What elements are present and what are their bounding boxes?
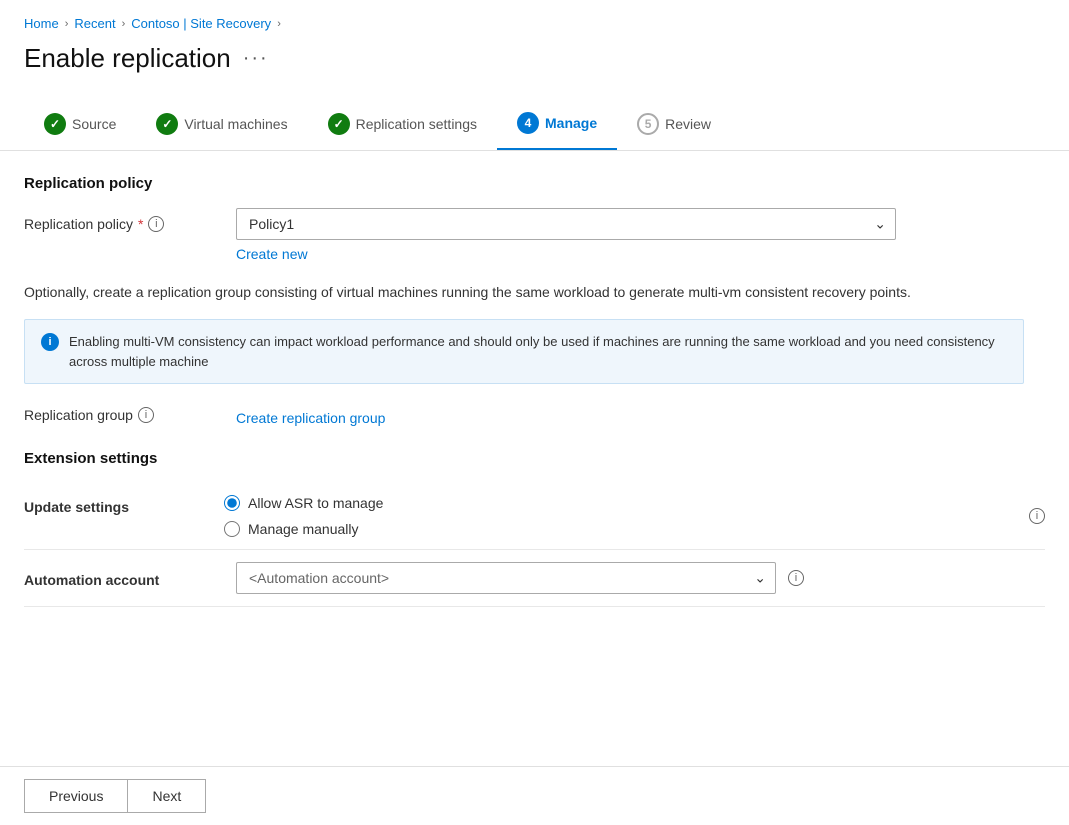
replication-group-info-icon[interactable]: i (138, 407, 154, 423)
automation-account-label: Automation account (24, 568, 224, 588)
step-source-label: Source (72, 116, 116, 132)
replication-policy-dropdown[interactable]: Policy1 Policy2 Policy3 (236, 208, 896, 240)
breadcrumb-sep-3: › (277, 18, 281, 30)
extension-settings-title: Extension settings (24, 450, 1045, 467)
next-button[interactable]: Next (127, 779, 206, 813)
step-replication-label: Replication settings (356, 116, 477, 132)
update-settings-label: Update settings (24, 495, 224, 515)
radio-manage-manually-input[interactable] (224, 521, 240, 537)
step-review-circle: 5 (637, 113, 659, 135)
required-indicator: * (138, 216, 143, 232)
breadcrumb-recent[interactable]: Recent (74, 16, 115, 31)
create-new-link[interactable]: Create new (236, 246, 308, 262)
replication-policy-title: Replication policy (24, 175, 1045, 192)
step-vms-label: Virtual machines (184, 116, 287, 132)
info-banner-icon: i (41, 333, 59, 351)
previous-button[interactable]: Previous (24, 779, 127, 813)
automation-account-row: Automation account <Automation account> … (24, 550, 1045, 607)
main-content: Replication policy Replication policy * … (0, 151, 1069, 687)
automation-account-dropdown-wrapper: <Automation account> ⌄ (236, 562, 776, 594)
info-banner-text: Enabling multi-VM consistency can impact… (69, 332, 1007, 371)
radio-allow-asr-input[interactable] (224, 495, 240, 511)
replication-policy-label: Replication policy * i (24, 208, 224, 232)
page-title: Enable replication (24, 43, 231, 74)
page-header: Enable replication ··· (0, 39, 1069, 90)
automation-account-right: <Automation account> ⌄ i (236, 562, 1045, 594)
step-manage-circle: 4 (517, 112, 539, 134)
replication-policy-info-icon[interactable]: i (148, 216, 164, 232)
radio-allow-asr[interactable]: Allow ASR to manage (224, 495, 1029, 511)
update-settings-radio-group: Allow ASR to manage Manage manually (224, 495, 1029, 537)
radio-allow-asr-label: Allow ASR to manage (248, 495, 383, 511)
step-vms[interactable]: Virtual machines (136, 103, 307, 149)
step-manage-label: Manage (545, 115, 597, 131)
step-replication-settings[interactable]: Replication settings (308, 103, 497, 149)
info-banner: i Enabling multi-VM consistency can impa… (24, 319, 1024, 384)
radio-manage-manually[interactable]: Manage manually (224, 521, 1029, 537)
breadcrumb-home[interactable]: Home (24, 16, 59, 31)
step-source[interactable]: Source (24, 103, 136, 149)
wizard-steps: Source Virtual machines Replication sett… (0, 90, 1069, 151)
step-replication-check-icon (328, 113, 350, 135)
step-source-check-icon (44, 113, 66, 135)
description-text: Optionally, create a replication group c… (24, 282, 984, 303)
create-replication-group-link[interactable]: Create replication group (236, 410, 385, 426)
footer: Previous Next (0, 766, 1069, 825)
breadcrumb-contoso[interactable]: Contoso | Site Recovery (131, 16, 271, 31)
breadcrumb-sep-2: › (122, 18, 126, 30)
step-manage[interactable]: 4 Manage (497, 102, 617, 150)
step-review-label: Review (665, 116, 711, 132)
update-settings-info-icon[interactable]: i (1029, 508, 1045, 524)
replication-policy-row: Replication policy * i Policy1 Policy2 P… (24, 208, 1045, 262)
radio-manage-manually-label: Manage manually (248, 521, 359, 537)
step-review[interactable]: 5 Review (617, 103, 731, 149)
replication-group-label: Replication group i (24, 407, 224, 423)
more-options-icon[interactable]: ··· (243, 47, 269, 70)
automation-account-info-icon[interactable]: i (788, 570, 804, 586)
breadcrumb: Home › Recent › Contoso | Site Recovery … (0, 0, 1069, 39)
replication-policy-control: Policy1 Policy2 Policy3 ⌄ Create new (236, 208, 1045, 262)
update-settings-row: Update settings Allow ASR to manage Mana… (24, 483, 1045, 550)
breadcrumb-sep-1: › (65, 18, 69, 30)
automation-account-dropdown[interactable]: <Automation account> (236, 562, 776, 594)
step-vms-check-icon (156, 113, 178, 135)
replication-policy-dropdown-wrapper: Policy1 Policy2 Policy3 ⌄ (236, 208, 896, 240)
replication-group-row: Replication group i Create replication g… (24, 404, 1045, 426)
update-settings-right: Allow ASR to manage Manage manually i (224, 495, 1045, 537)
